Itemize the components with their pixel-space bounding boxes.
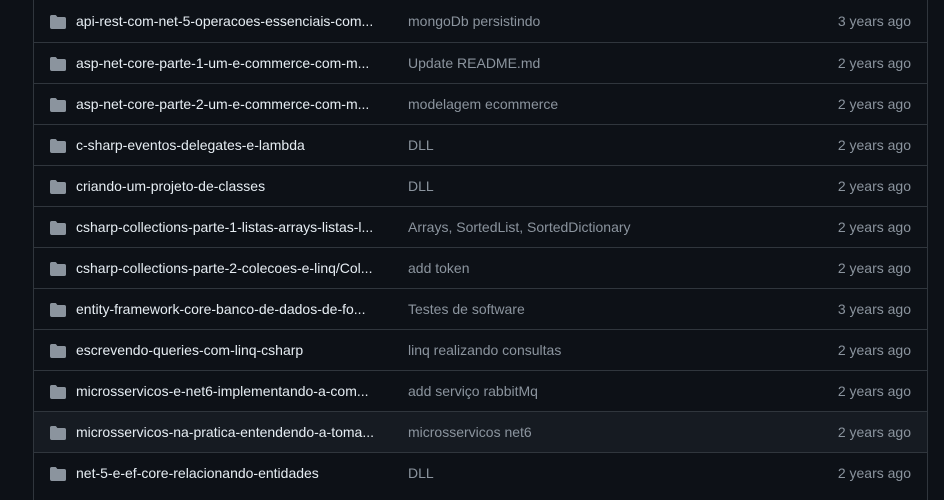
commit-message-link[interactable]: Testes de software bbox=[408, 301, 768, 317]
table-row[interactable]: microsservicos-na-pratica-entendendo-a-t… bbox=[34, 411, 927, 452]
folder-icon bbox=[50, 179, 66, 195]
commit-message-link[interactable]: DLL bbox=[408, 137, 768, 153]
folder-name-link[interactable]: escrevendo-queries-com-linq-csharp bbox=[76, 342, 386, 358]
folder-icon bbox=[50, 466, 66, 482]
table-row[interactable]: asp-net-core-parte-2-um-e-commerce-com-m… bbox=[34, 83, 927, 124]
table-row[interactable]: csharp-collections-parte-2-colecoes-e-li… bbox=[34, 247, 927, 288]
commit-message-link[interactable]: add token bbox=[408, 260, 768, 276]
folder-name-link[interactable]: net-5-e-ef-core-relacionando-entidades bbox=[76, 465, 386, 481]
folder-name-link[interactable]: entity-framework-core-banco-de-dados-de-… bbox=[76, 301, 386, 317]
folder-icon bbox=[50, 302, 66, 318]
folder-icon bbox=[50, 425, 66, 441]
commit-age: 2 years ago bbox=[837, 465, 911, 481]
commit-age: 2 years ago bbox=[837, 260, 911, 276]
folder-icon bbox=[50, 97, 66, 113]
folder-name-link[interactable]: asp-net-core-parte-2-um-e-commerce-com-m… bbox=[76, 96, 386, 112]
table-row[interactable]: api-rest-com-net-5-operacoes-essenciais-… bbox=[34, 1, 927, 42]
folder-icon bbox=[50, 220, 66, 236]
folder-name-link[interactable]: microsservicos-e-net6-implementando-a-co… bbox=[76, 383, 386, 399]
commit-age: 2 years ago bbox=[837, 383, 911, 399]
commit-age: 2 years ago bbox=[837, 424, 911, 440]
folder-name-link[interactable]: criando-um-projeto-de-classes bbox=[76, 178, 386, 194]
commit-age: 2 years ago bbox=[837, 178, 911, 194]
commit-age: 2 years ago bbox=[837, 137, 911, 153]
commit-age: 2 years ago bbox=[837, 96, 911, 112]
folder-icon bbox=[50, 14, 66, 30]
folder-name-link[interactable]: csharp-collections-parte-1-listas-arrays… bbox=[76, 219, 386, 235]
commit-age: 2 years ago bbox=[837, 55, 911, 71]
folder-icon bbox=[50, 56, 66, 72]
commit-message-link[interactable]: mongoDb persistindo bbox=[408, 13, 768, 29]
folder-icon bbox=[50, 261, 66, 277]
folder-name-link[interactable]: api-rest-com-net-5-operacoes-essenciais-… bbox=[76, 13, 386, 29]
commit-age: 3 years ago bbox=[837, 301, 911, 317]
table-row[interactable]: asp-net-core-parte-1-um-e-commerce-com-m… bbox=[34, 42, 927, 83]
commit-message-link[interactable]: add serviço rabbitMq bbox=[408, 383, 768, 399]
commit-message-link[interactable]: microsservicos net6 bbox=[408, 424, 768, 440]
commit-message-link[interactable]: DLL bbox=[408, 178, 768, 194]
table-row[interactable]: escrevendo-queries-com-linq-csharp linq r… bbox=[34, 329, 927, 370]
table-row[interactable]: net-5-e-ef-core-relacionando-entidades DL… bbox=[34, 452, 927, 493]
table-row[interactable]: entity-framework-core-banco-de-dados-de-… bbox=[34, 288, 927, 329]
commit-message-link[interactable]: linq realizando consultas bbox=[408, 342, 768, 358]
commit-message-link[interactable]: modelagem ecommerce bbox=[408, 96, 768, 112]
commit-message-link[interactable]: DLL bbox=[408, 465, 768, 481]
table-row[interactable]: microsservicos-e-net6-implementando-a-co… bbox=[34, 370, 927, 411]
commit-age: 2 years ago bbox=[837, 219, 911, 235]
commit-message-link[interactable]: Arrays, SortedList, SortedDictionary bbox=[408, 219, 768, 235]
folder-icon bbox=[50, 138, 66, 154]
commit-message-link[interactable]: Update README.md bbox=[408, 55, 768, 71]
folder-icon bbox=[50, 343, 66, 359]
folder-name-link[interactable]: asp-net-core-parte-1-um-e-commerce-com-m… bbox=[76, 55, 386, 71]
folder-name-link[interactable]: c-sharp-eventos-delegates-e-lambda bbox=[76, 137, 386, 153]
folder-icon bbox=[50, 384, 66, 400]
commit-age: 3 years ago bbox=[837, 13, 911, 29]
commit-age: 2 years ago bbox=[837, 342, 911, 358]
file-list-table: api-rest-com-net-5-operacoes-essenciais-… bbox=[33, 0, 928, 500]
table-row[interactable]: csharp-collections-parte-1-listas-arrays… bbox=[34, 206, 927, 247]
folder-name-link[interactable]: microsservicos-na-pratica-entendendo-a-t… bbox=[76, 424, 386, 440]
table-row[interactable]: c-sharp-eventos-delegates-e-lambda DLL 2 y… bbox=[34, 124, 927, 165]
table-row[interactable]: criando-um-projeto-de-classes DLL 2 years … bbox=[34, 165, 927, 206]
folder-name-link[interactable]: csharp-collections-parte-2-colecoes-e-li… bbox=[76, 260, 386, 276]
